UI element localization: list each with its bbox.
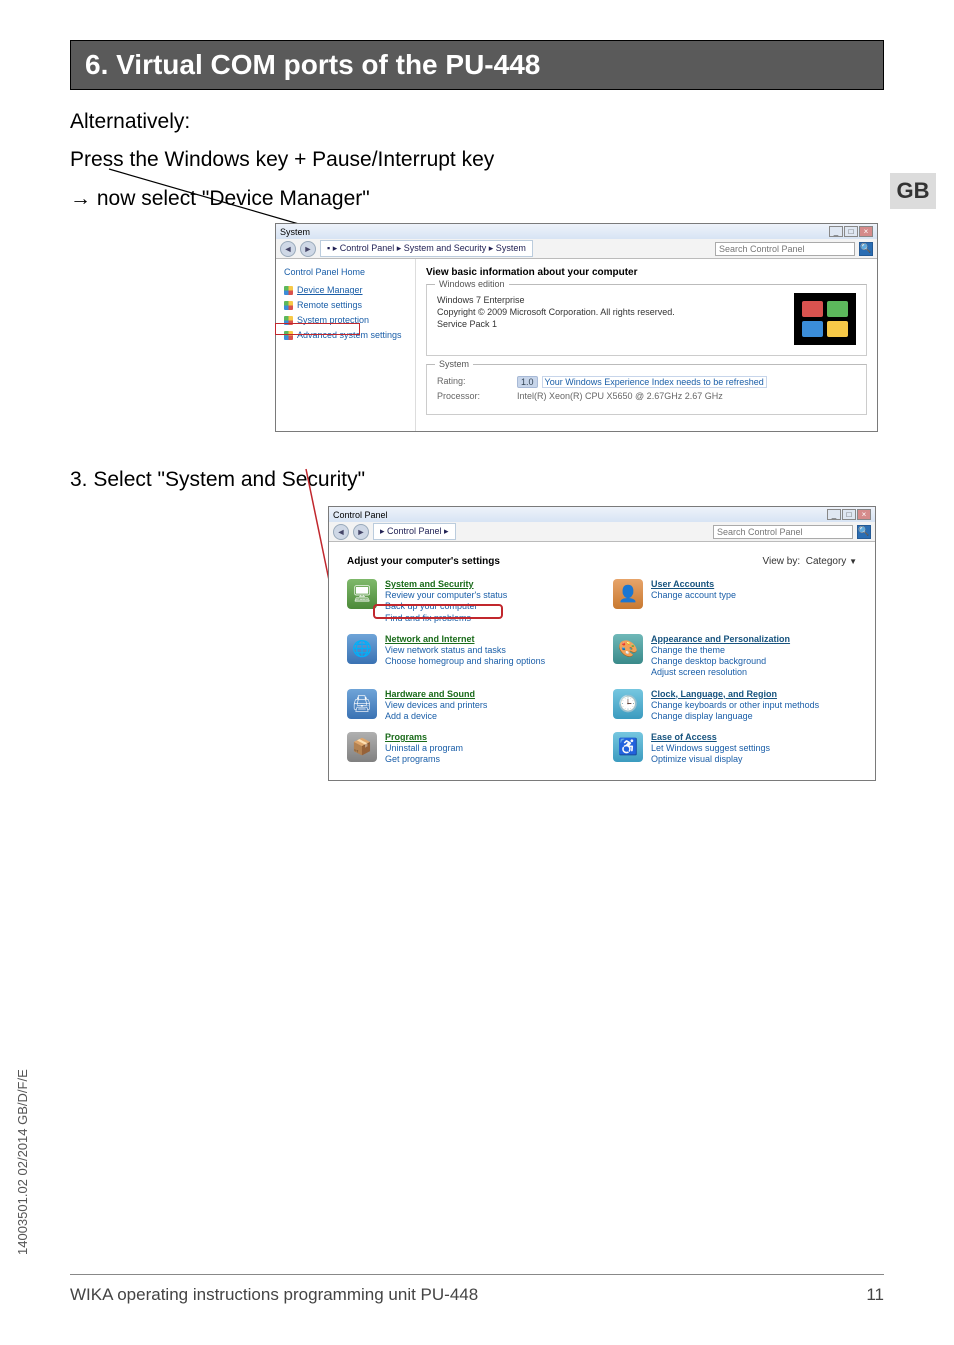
cat-sub[interactable]: Let Windows suggest settings [651,743,770,754]
close-button[interactable]: × [859,226,873,237]
main-header: View basic information about your comput… [426,267,867,278]
shield-icon [284,301,293,310]
rating-score: 1.0 [517,376,538,388]
rating-link[interactable]: Your Windows Experience Index needs to b… [542,376,767,388]
shield-icon [284,286,293,295]
edition-legend: Windows edition [435,279,509,289]
edition-line3: Service Pack 1 [437,319,675,329]
appearance-icon: 🎨 [613,634,643,664]
hardware-icon: 🖨 [347,689,377,719]
section-heading: 6. Virtual COM ports of the PU-448 [70,40,884,90]
cat-title[interactable]: Programs [385,732,463,742]
edition-line1: Windows 7 Enterprise [437,295,675,305]
cat-sub[interactable]: Get programs [385,754,463,765]
search-go-icon[interactable]: 🔍 [857,525,871,539]
nav-back-button[interactable]: ◄ [280,241,296,257]
search-input[interactable]: Search Control Panel [713,525,853,539]
cat-title[interactable]: Hardware and Sound [385,689,487,699]
cat-sub[interactable]: Add a device [385,711,487,722]
cat-appearance[interactable]: 🎨 Appearance and PersonalizationChange th… [613,634,857,679]
highlight-device-manager [275,323,360,335]
maximize-button[interactable]: □ [844,226,858,237]
edition-line2: Copyright © 2009 Microsoft Corporation. … [437,307,675,317]
intro-line1: Alternatively: [70,108,884,136]
window-title: System [280,227,310,237]
cat-user-accounts[interactable]: 👤 User AccountsChange account type [613,579,857,624]
network-icon: 🌐 [347,634,377,664]
remote-settings-link[interactable]: Remote settings [284,300,407,310]
system-window: System _ □ × ◄ ► ▪ ▸ Control Panel ▸ Sys… [275,223,878,432]
nav-forward-button[interactable]: ► [353,524,369,540]
close-button[interactable]: × [857,509,871,520]
cat-sub[interactable]: Optimize visual display [651,754,770,765]
cat-title[interactable]: User Accounts [651,579,736,589]
rating-label: Rating: [437,376,497,388]
cat-title[interactable]: Ease of Access [651,732,770,742]
doc-id-sidebar: 14003501.02 02/2014 GB/D/F/E [15,1069,30,1255]
device-manager-link[interactable]: Device Manager [284,285,407,295]
clock-icon: 🕒 [613,689,643,719]
cat-sub[interactable]: View devices and printers [385,700,487,711]
cat-sub[interactable]: Change display language [651,711,819,722]
cat-sub[interactable]: Change account type [651,590,736,601]
breadcrumb[interactable]: ▪ ▸ Control Panel ▸ System and Security … [320,240,533,257]
cat-programs[interactable]: 📦 ProgramsUninstall a programGet programs [347,732,591,766]
highlight-system-security [373,604,503,619]
user-accounts-icon: 👤 [613,579,643,609]
cat-sub[interactable]: Choose homegroup and sharing options [385,656,545,667]
chevron-down-icon[interactable]: ▼ [849,557,857,566]
nav-back-button[interactable]: ◄ [333,524,349,540]
cat-sub[interactable]: View network status and tasks [385,645,545,656]
cat-network-internet[interactable]: 🌐 Network and InternetView network status… [347,634,591,679]
search-go-icon[interactable]: 🔍 [859,242,873,256]
window-title: Control Panel [333,510,388,520]
language-tag: GB [890,173,936,209]
maximize-button[interactable]: □ [842,509,856,520]
windows-logo-icon [794,293,856,345]
system-legend: System [435,359,473,369]
processor-label: Processor: [437,391,497,401]
adjust-settings-label: Adjust your computer's settings [347,556,500,567]
system-security-icon: 🖥 [347,579,377,609]
control-panel-home-link[interactable]: Control Panel Home [284,267,407,277]
cat-sub[interactable]: Change keyboards or other input methods [651,700,819,711]
cat-title[interactable]: Appearance and Personalization [651,634,790,644]
cat-sub[interactable]: Change desktop background [651,656,790,667]
programs-icon: 📦 [347,732,377,762]
intro-line3: → now select "Device Manager" [70,185,884,213]
cat-ease-of-access[interactable]: ♿ Ease of AccessLet Windows suggest setti… [613,732,857,766]
nav-forward-button[interactable]: ► [300,241,316,257]
device-manager-label: Device Manager [297,285,363,295]
viewby-label: View by: [763,556,801,567]
cat-sub[interactable]: Adjust screen resolution [651,667,790,678]
cat-sub[interactable]: Review your computer's status [385,590,507,601]
footer-left: WIKA operating instructions programming … [70,1285,478,1305]
processor-value: Intel(R) Xeon(R) CPU X5650 @ 2.67GHz 2.6… [517,391,723,401]
cat-hardware-sound[interactable]: 🖨 Hardware and SoundView devices and prin… [347,689,591,723]
viewby-value[interactable]: Category [806,556,847,567]
remote-settings-label: Remote settings [297,300,362,310]
step3-text: 3. Select "System and Security" [70,468,884,492]
cat-sub[interactable]: Change the theme [651,645,790,656]
ease-access-icon: ♿ [613,732,643,762]
cat-title[interactable]: System and Security [385,579,507,589]
intro-line2: Press the Windows key + Pause/Interrupt … [70,146,884,174]
minimize-button[interactable]: _ [827,509,841,520]
control-panel-window: Control Panel _ □ × ◄ ► ▸ Control Panel … [328,506,876,781]
minimize-button[interactable]: _ [829,226,843,237]
cat-sub[interactable]: Uninstall a program [385,743,463,754]
cat-clock-language[interactable]: 🕒 Clock, Language, and RegionChange keybo… [613,689,857,723]
breadcrumb[interactable]: ▸ Control Panel ▸ [373,523,456,540]
page-number: 11 [866,1285,884,1305]
cat-title[interactable]: Network and Internet [385,634,545,644]
search-input[interactable]: Search Control Panel [715,242,855,256]
cat-title[interactable]: Clock, Language, and Region [651,689,819,699]
